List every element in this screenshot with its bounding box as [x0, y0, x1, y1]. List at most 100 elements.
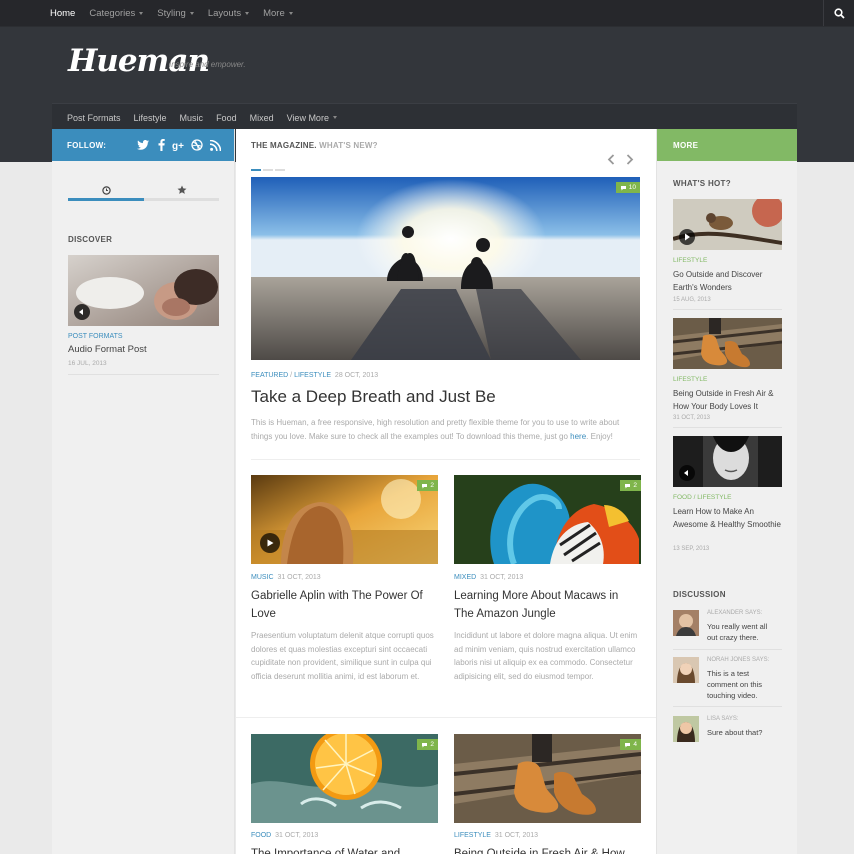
- discover-post-thumbnail[interactable]: [68, 255, 219, 326]
- google-plus-icon[interactable]: g+: [172, 138, 186, 152]
- category-menu-item-food[interactable]: Food: [216, 113, 237, 123]
- search-button[interactable]: [823, 0, 854, 26]
- slider-prev-button[interactable]: [605, 153, 617, 165]
- divider: [673, 649, 782, 650]
- post-meta: MUSIC 31 OCT, 2013: [251, 574, 321, 581]
- divider: [673, 706, 782, 707]
- main-content: THE MAGAZINE. WHAT'S NEW? 10 FEATURED / …: [236, 129, 656, 854]
- category-menu-item-music[interactable]: Music: [180, 113, 204, 123]
- right-sidebar: MORE WHAT'S HOT? LIFESTYLE Go Outside an…: [656, 129, 797, 854]
- speech-bubble-icon: [625, 742, 631, 747]
- speech-bubble-icon: [625, 483, 631, 488]
- category-link[interactable]: LIFESTYLE: [294, 372, 331, 379]
- post-meta: FOOD 31 OCT, 2013: [251, 832, 319, 839]
- hot-post-title[interactable]: Go Outside and Discover Earth's Wonders: [673, 268, 788, 294]
- hot-post-thumbnail[interactable]: [673, 436, 782, 487]
- tab-indicator: [68, 198, 219, 201]
- top-menu-item-categories[interactable]: Categories: [89, 8, 144, 19]
- chevron-down-icon: [288, 11, 293, 15]
- divider: [236, 717, 656, 718]
- category-link[interactable]: FEATURED: [251, 372, 288, 379]
- discover-post-date: 16 JUL, 2013: [68, 360, 107, 367]
- post-thumbnail[interactable]: 2: [454, 475, 641, 564]
- hot-post-date: 31 OCT, 2013: [673, 415, 711, 421]
- more-label: MORE: [673, 140, 699, 150]
- category-menu-item-lifestyle[interactable]: Lifestyle: [134, 113, 167, 123]
- post-meta: LIFESTYLE 31 OCT, 2013: [454, 832, 539, 839]
- featured-post-image[interactable]: 10: [251, 177, 640, 360]
- twitter-icon[interactable]: [136, 138, 150, 152]
- post-thumbnail[interactable]: 2: [251, 475, 438, 564]
- discover-post-title[interactable]: Audio Format Post: [68, 344, 147, 355]
- featured-post-excerpt: This is Hueman, a free responsive, high …: [251, 418, 620, 441]
- rss-icon[interactable]: [208, 138, 222, 152]
- hot-post-category[interactable]: LIFESTYLE: [673, 257, 707, 264]
- recent-comment[interactable]: LISA SAYS: Sure about that?: [673, 716, 782, 746]
- category-menu-item-mixed[interactable]: Mixed: [250, 113, 274, 123]
- post-title[interactable]: Learning More About Macaws in The Amazon…: [454, 587, 641, 623]
- top-menu: Home Categories Styling Layouts More: [50, 0, 307, 26]
- comment-count-badge[interactable]: 4: [620, 739, 641, 750]
- comment-count-badge[interactable]: 2: [417, 480, 438, 491]
- category-link[interactable]: MUSIC: [251, 574, 274, 581]
- top-menu-item-home[interactable]: Home: [50, 8, 75, 19]
- hot-post-thumbnail[interactable]: [673, 318, 782, 369]
- top-menu-item-layouts[interactable]: Layouts: [208, 8, 250, 19]
- widget-tabs: [68, 179, 219, 203]
- play-icon[interactable]: [260, 533, 280, 553]
- top-menu-item-more[interactable]: More: [263, 8, 293, 19]
- featured-post-title[interactable]: Take a Deep Breath and Just Be: [251, 387, 496, 407]
- more-bar: MORE: [657, 129, 797, 161]
- hot-post-date: 15 AUG, 2013: [673, 297, 711, 303]
- hot-post-date: 13 SEP, 2013: [673, 546, 710, 552]
- clock-icon: [101, 185, 111, 195]
- post-title[interactable]: The Importance of Water and: [251, 845, 451, 854]
- comment-count-badge[interactable]: 10: [615, 182, 640, 193]
- facebook-icon[interactable]: [154, 138, 168, 152]
- search-icon: [833, 7, 845, 19]
- post-title[interactable]: Being Outside in Fresh Air & How: [454, 845, 654, 854]
- slider-next-button[interactable]: [624, 153, 636, 165]
- discover-post-category[interactable]: POST FORMATS: [68, 333, 123, 340]
- divider: [673, 309, 782, 310]
- speech-bubble-icon: [422, 483, 428, 488]
- post-thumbnail[interactable]: 4: [454, 734, 641, 823]
- hot-post-title[interactable]: Learn How to Make An Awesome & Healthy S…: [673, 505, 788, 531]
- hot-post-thumbnail[interactable]: [673, 199, 782, 250]
- category-link[interactable]: LIFESTYLE: [454, 832, 491, 839]
- avatar: [673, 657, 699, 683]
- svg-text:g+: g+: [172, 141, 184, 151]
- comment-count-badge[interactable]: 2: [417, 739, 438, 750]
- discover-heading: DISCOVER: [68, 235, 113, 244]
- post-excerpt: Incididunt ut labore et dolore magna ali…: [454, 631, 638, 681]
- recent-comment[interactable]: NORAH JONES SAYS: This is a test comment…: [673, 657, 782, 707]
- divider: [673, 427, 782, 428]
- post-meta: MIXED 31 OCT, 2013: [454, 574, 524, 581]
- left-sidebar: FOLLOW: g+ DISCOVER POST FORMATS Audio F…: [52, 129, 235, 854]
- hot-post-title[interactable]: Being Outside in Fresh Air & How Your Bo…: [673, 387, 788, 413]
- top-menu-item-styling[interactable]: Styling: [157, 8, 194, 19]
- magazine-heading: THE MAGAZINE. WHAT'S NEW?: [251, 141, 378, 150]
- star-icon: [177, 185, 187, 194]
- category-menu-bar: Post Formats Lifestyle Music Food Mixed …: [52, 103, 797, 130]
- post-excerpt: Praesentium voluptatum delenit atque cor…: [251, 631, 434, 681]
- category-menu-item-view-more[interactable]: View More: [287, 113, 337, 123]
- dribbble-icon[interactable]: [190, 138, 204, 152]
- divider: [68, 374, 219, 375]
- comment-count-badge[interactable]: 2: [620, 480, 641, 491]
- recent-comment[interactable]: ALEXANDER SAYS: You really went all out …: [673, 610, 782, 650]
- chevron-down-icon: [245, 11, 250, 15]
- featured-post-meta: FEATURED / LIFESTYLE 28 OCT, 2013: [251, 372, 379, 379]
- download-link[interactable]: here: [570, 432, 586, 441]
- hot-post-category[interactable]: LIFESTYLE: [673, 376, 707, 383]
- chevron-right-icon: [626, 153, 634, 165]
- category-menu-item-post-formats[interactable]: Post Formats: [67, 113, 121, 123]
- post-thumbnail[interactable]: 2: [251, 734, 438, 823]
- category-link[interactable]: MIXED: [454, 574, 476, 581]
- slider-indicator: [251, 169, 287, 171]
- post-title[interactable]: Gabrielle Aplin with The Power Of Love: [251, 587, 438, 623]
- chevron-down-icon: [139, 11, 144, 15]
- hot-post-category[interactable]: FOOD / LIFESTYLE: [673, 494, 732, 501]
- chevron-left-icon: [607, 153, 615, 165]
- category-link[interactable]: FOOD: [251, 832, 271, 839]
